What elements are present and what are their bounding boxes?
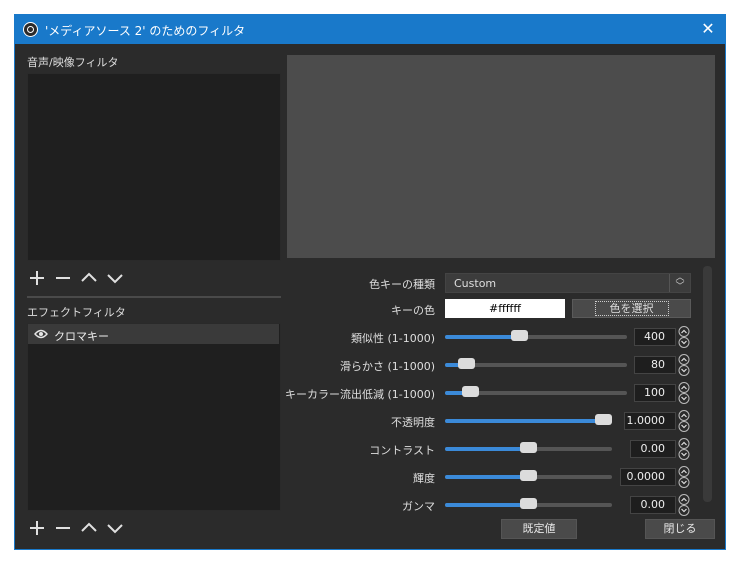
value-spinbox[interactable]: 0.00 bbox=[630, 496, 676, 514]
key-color-swatch: #ffffff bbox=[445, 299, 565, 318]
slider-track[interactable] bbox=[445, 358, 627, 369]
effect-filter-item-chroma-key[interactable]: クロマキー bbox=[28, 324, 279, 344]
plus-icon bbox=[30, 521, 44, 535]
effect-filter-list[interactable] bbox=[27, 323, 281, 511]
spin-up-down-icon[interactable] bbox=[677, 410, 691, 432]
slider-track[interactable] bbox=[445, 498, 612, 509]
slider-fill bbox=[445, 447, 528, 451]
chevron-up-icon bbox=[81, 272, 97, 282]
defaults-button[interactable]: 既定値 bbox=[501, 519, 577, 539]
eye-icon[interactable] bbox=[34, 329, 48, 339]
audio-video-filters-label: 音声/映像フィルタ bbox=[27, 56, 119, 69]
key-type-value: Custom bbox=[454, 277, 497, 290]
minus-icon bbox=[56, 277, 70, 279]
filters-window: 'メディアソース 2' のためのフィルタ ✕ 音声/映像フィルタ エフェクトフィ… bbox=[14, 14, 726, 550]
slider-fill bbox=[445, 475, 528, 479]
chevron-up-icon bbox=[81, 522, 97, 532]
slider-track[interactable] bbox=[445, 330, 627, 341]
slider-fill bbox=[445, 419, 603, 423]
slider-thumb[interactable] bbox=[458, 358, 475, 369]
move-up-audio-filter-button[interactable] bbox=[79, 268, 99, 288]
spin-up-down-icon[interactable] bbox=[677, 326, 691, 348]
slider-thumb[interactable] bbox=[462, 386, 479, 397]
close-button[interactable]: 閉じる bbox=[645, 519, 715, 539]
close-icon[interactable]: ✕ bbox=[697, 18, 719, 40]
chevron-down-icon bbox=[107, 524, 123, 534]
slider-thumb[interactable] bbox=[595, 414, 612, 425]
slider-label: ガンマ bbox=[402, 500, 435, 513]
spin-up-down-icon[interactable] bbox=[677, 466, 691, 488]
spin-up-down-icon[interactable] bbox=[677, 438, 691, 460]
updown-arrows-icon: ︿ ﹀ bbox=[669, 274, 690, 292]
plus-icon bbox=[30, 271, 44, 285]
slider-label: キーカラー流出低減 (1-1000) bbox=[284, 388, 435, 401]
value-spinbox[interactable]: 80 bbox=[634, 356, 676, 374]
slider-track[interactable] bbox=[445, 470, 612, 481]
slider-thumb[interactable] bbox=[520, 442, 537, 453]
slider-label: 類似性 (1-1000) bbox=[350, 332, 435, 345]
spin-up-down-icon[interactable] bbox=[677, 382, 691, 404]
key-type-label: 色キーの種類 bbox=[369, 278, 435, 291]
spin-up-down-icon[interactable] bbox=[677, 354, 691, 376]
window-title: 'メディアソース 2' のためのフィルタ bbox=[45, 24, 246, 38]
slider-label: 不透明度 bbox=[391, 416, 435, 429]
effect-filter-name: クロマキー bbox=[54, 330, 109, 343]
chevron-down-icon bbox=[107, 274, 123, 284]
title-bar[interactable]: 'メディアソース 2' のためのフィルタ ✕ bbox=[15, 15, 725, 44]
select-color-label: 色を選択 bbox=[594, 301, 669, 316]
slider-label: コントラスト bbox=[369, 444, 435, 457]
slider-thumb[interactable] bbox=[520, 498, 537, 509]
slider-track[interactable] bbox=[445, 442, 612, 453]
properties-scrollbar[interactable] bbox=[703, 266, 712, 502]
value-spinbox[interactable]: 0.00 bbox=[630, 440, 676, 458]
preview-area bbox=[287, 55, 715, 258]
obs-logo-icon bbox=[23, 22, 38, 37]
slider-label: 輝度 bbox=[413, 472, 435, 485]
remove-effect-filter-button[interactable] bbox=[53, 518, 73, 538]
slider-thumb[interactable] bbox=[520, 470, 537, 481]
minus-icon bbox=[56, 527, 70, 529]
move-up-effect-filter-button[interactable] bbox=[79, 518, 99, 538]
value-spinbox[interactable]: 100 bbox=[634, 384, 676, 402]
slider-thumb[interactable] bbox=[511, 330, 528, 341]
value-spinbox[interactable]: 400 bbox=[634, 328, 676, 346]
slider-label: 滑らかさ (1-1000) bbox=[339, 360, 435, 373]
value-spinbox[interactable]: 1.0000 bbox=[624, 412, 676, 430]
slider-fill bbox=[445, 503, 528, 507]
key-color-label: キーの色 bbox=[391, 304, 435, 317]
slider-track[interactable] bbox=[445, 386, 627, 397]
key-type-select[interactable]: Custom ︿ ﹀ bbox=[445, 273, 691, 293]
move-down-audio-filter-button[interactable] bbox=[105, 268, 125, 288]
add-audio-filter-button[interactable] bbox=[27, 268, 47, 288]
value-spinbox[interactable]: 0.0000 bbox=[620, 468, 676, 486]
move-down-effect-filter-button[interactable] bbox=[105, 518, 125, 538]
add-effect-filter-button[interactable] bbox=[27, 518, 47, 538]
audio-video-filter-list[interactable] bbox=[27, 73, 281, 261]
spin-up-down-icon[interactable] bbox=[677, 494, 691, 516]
slider-track[interactable] bbox=[445, 414, 612, 425]
splitter-handle[interactable] bbox=[27, 296, 281, 298]
effect-filters-label: エフェクトフィルタ bbox=[27, 306, 126, 319]
select-color-button[interactable]: 色を選択 bbox=[572, 299, 691, 318]
slider-fill bbox=[445, 335, 519, 339]
remove-audio-filter-button[interactable] bbox=[53, 268, 73, 288]
